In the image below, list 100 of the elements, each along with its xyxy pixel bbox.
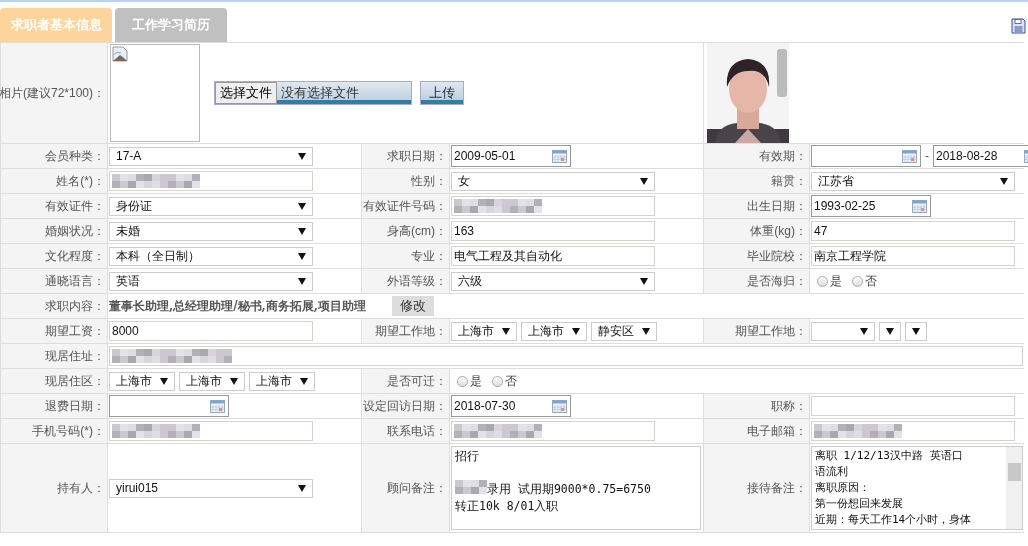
field-label: 期望工作地： <box>362 319 449 343</box>
input-field[interactable]: 电气工程及其自动化 <box>451 246 655 266</box>
field-label: 顾问备注： <box>362 444 449 532</box>
save-icon[interactable] <box>1011 18 1026 34</box>
caret-icon <box>298 277 306 285</box>
caret-icon <box>300 377 308 385</box>
field-label: 通晓语言： <box>1 269 107 293</box>
select-field[interactable]: 17-A <box>109 146 313 166</box>
upload-button[interactable]: 上传 <box>420 81 464 105</box>
caret-icon <box>642 327 650 335</box>
caret-icon <box>298 252 306 260</box>
edit-button[interactable]: 修改 <box>391 296 434 316</box>
select-field[interactable]: 上海市 <box>249 371 315 391</box>
input-field[interactable]: 8000 <box>109 321 313 341</box>
calendar-icon[interactable] <box>902 149 917 163</box>
field-label: 有效证件： <box>1 194 107 218</box>
field-label: 姓名(*)： <box>1 169 107 193</box>
radio-button[interactable] <box>817 275 828 287</box>
select-field[interactable]: 静安区 <box>591 321 657 341</box>
field-label: 专业： <box>362 244 449 268</box>
date-field[interactable]: 2018-07-30 <box>451 395 571 417</box>
field-label: 会员种类： <box>1 144 107 168</box>
input-field[interactable] <box>451 421 655 441</box>
select-field[interactable] <box>905 321 927 341</box>
field-label: 现居住址： <box>1 344 107 368</box>
broken-image-icon <box>112 46 128 62</box>
field-label: 接待备注： <box>704 444 809 532</box>
radio-label: 否 <box>505 372 517 390</box>
caret-icon <box>298 152 306 160</box>
field-label: 性别： <box>362 169 449 193</box>
date-field[interactable]: 1993-02-25 <box>811 195 931 217</box>
field-label: 身高(cm)： <box>362 219 449 243</box>
field-label: 职称： <box>704 394 809 418</box>
select-field[interactable]: 上海市 <box>179 371 245 391</box>
radio-button[interactable] <box>492 375 503 387</box>
select-field[interactable]: 上海市 <box>521 321 587 341</box>
field-label: 有效期： <box>704 144 809 168</box>
select-field[interactable]: 六级 <box>451 271 655 291</box>
calendar-icon[interactable] <box>210 399 225 413</box>
input-field[interactable] <box>811 421 1015 441</box>
caret-icon <box>298 202 306 210</box>
range-separator: - <box>925 149 929 163</box>
caret-icon <box>502 327 510 335</box>
radio-button[interactable] <box>852 275 863 287</box>
input-field[interactable]: 47 <box>811 221 1015 241</box>
field-label: 是否海归： <box>704 269 809 293</box>
field-label: 出生日期： <box>704 194 809 218</box>
select-field[interactable]: 女 <box>451 171 655 191</box>
select-field[interactable]: 未婚 <box>109 221 313 241</box>
textarea-field[interactable]: 招行 录用 试用期9000*0.75=6750 转正10k 8/01入职 <box>451 446 701 530</box>
caret-icon <box>230 377 238 385</box>
input-field[interactable] <box>109 421 313 441</box>
date-field[interactable] <box>811 145 921 167</box>
select-field[interactable]: 本科（全日制） <box>109 246 313 266</box>
scrollbar[interactable] <box>1006 447 1022 529</box>
select-field[interactable]: 身份证 <box>109 196 313 216</box>
select-field[interactable]: 江苏省 <box>811 171 1015 191</box>
field-label: 籍贯： <box>704 169 809 193</box>
textarea-field[interactable]: 离职 1/12/13汉中路 英语口 语流利 离职原因： 第一份想回来发展 近期：每天工作14个小时，身体 <box>811 446 1023 530</box>
field-label: 是否可迁： <box>362 369 449 393</box>
file-field[interactable]: 选择文件 没有选择文件 <box>214 81 412 105</box>
pixelated-text <box>455 480 487 494</box>
radio-label: 是 <box>470 372 482 390</box>
choose-file-button[interactable]: 选择文件 <box>215 82 277 104</box>
caret-icon <box>886 327 894 335</box>
field-label: 外语等级： <box>362 269 449 293</box>
caret-icon <box>298 227 306 235</box>
field-label: 现居住区： <box>1 369 107 393</box>
caret-icon <box>298 484 306 492</box>
select-field[interactable]: 英语 <box>109 271 313 291</box>
radio-button[interactable] <box>457 375 468 387</box>
calendar-icon[interactable] <box>552 399 567 413</box>
input-field[interactable] <box>109 346 1023 366</box>
caret-icon <box>572 327 580 335</box>
select-field[interactable]: 上海市 <box>109 371 175 391</box>
select-field[interactable] <box>879 321 901 341</box>
date-field[interactable] <box>109 395 229 417</box>
select-field[interactable]: yirui015 <box>109 478 313 498</box>
input-field[interactable]: 南京工程学院 <box>811 246 1015 266</box>
input-field[interactable]: 163 <box>451 221 655 241</box>
caret-icon <box>640 177 648 185</box>
caret-icon <box>1000 177 1008 185</box>
field-label: 联系电话： <box>362 419 449 443</box>
date-field[interactable]: 2009-05-01 <box>451 145 571 167</box>
caret-icon <box>860 327 868 335</box>
select-field[interactable] <box>811 321 875 341</box>
field-label: 婚姻状况： <box>1 219 107 243</box>
calendar-icon[interactable] <box>912 199 927 213</box>
field-label: 期望工资： <box>1 319 107 343</box>
field-label: 电子邮箱： <box>704 419 809 443</box>
select-field[interactable]: 上海市 <box>451 321 517 341</box>
date-field[interactable]: 2018-08-28 <box>933 145 1028 167</box>
radio-label: 否 <box>865 272 877 290</box>
input-field[interactable] <box>811 396 1015 416</box>
input-field[interactable] <box>109 171 313 191</box>
field-label: 持有人： <box>1 444 107 532</box>
field-label: 退费日期： <box>1 394 107 418</box>
input-field[interactable] <box>451 196 655 216</box>
caret-icon <box>640 277 648 285</box>
calendar-icon[interactable] <box>552 149 567 163</box>
